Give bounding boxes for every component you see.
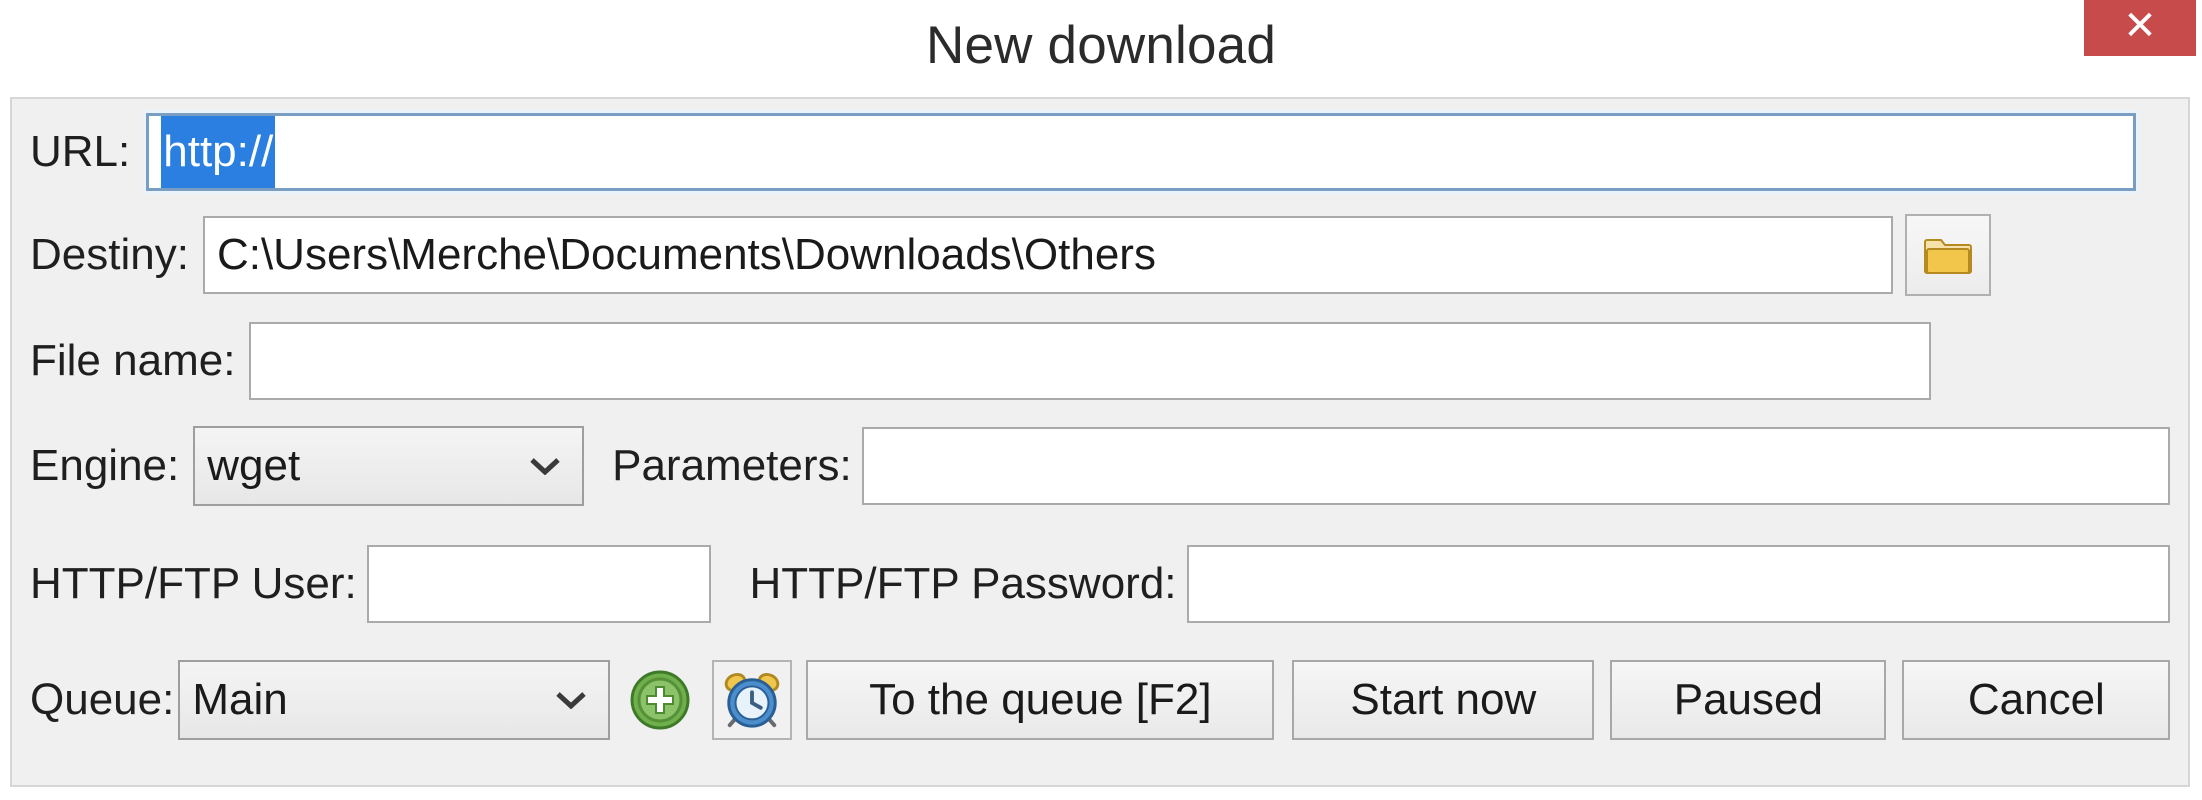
parameters-input[interactable] — [861, 427, 2170, 505]
url-label: URL: — [30, 127, 131, 176]
engine-select-value: wget — [207, 441, 301, 490]
browse-destiny-button[interactable] — [1904, 214, 1991, 296]
url-row: URL: http:// — [30, 109, 2170, 195]
page-title: New download — [925, 16, 1277, 75]
dialog-body: URL: http:// Destiny: C:\Users\Merche\Do… — [10, 97, 2190, 787]
close-icon: ✕ — [2123, 4, 2157, 48]
new-download-dialog: New download ✕ URL: http:// Destiny: C:\… — [0, 0, 2202, 800]
cancel-button[interactable]: Cancel — [1902, 660, 2171, 740]
engine-label: Engine: — [30, 441, 180, 490]
http-password-label: HTTP/FTP Password: — [749, 559, 1177, 608]
file-name-input[interactable] — [249, 322, 1932, 400]
destiny-label: Destiny: — [30, 230, 189, 279]
queue-label: Queue: — [30, 675, 175, 724]
http-password-input[interactable] — [1186, 545, 2170, 623]
queue-actions-row: Queue: Main To the queue [F2] Start now … — [30, 657, 2180, 743]
http-user-label: HTTP/FTP User: — [30, 559, 357, 608]
to-the-queue-button[interactable]: To the queue [F2] — [806, 660, 1275, 740]
destiny-input[interactable]: C:\Users\Merche\Documents\Downloads\Othe… — [202, 216, 1893, 294]
title-bar: New download ✕ — [0, 0, 2202, 92]
to-the-queue-button-label: To the queue [F2] — [869, 675, 1212, 724]
chevron-down-icon — [556, 692, 587, 709]
add-circle-icon — [630, 670, 690, 730]
file-name-label: File name: — [30, 336, 236, 385]
credentials-row: HTTP/FTP User: HTTP/FTP Password: — [30, 541, 2170, 627]
destiny-input-value: C:\Users\Merche\Documents\Downloads\Othe… — [216, 230, 1156, 279]
start-now-button-label: Start now — [1350, 675, 1537, 724]
add-queue-button[interactable] — [620, 660, 701, 740]
paused-button[interactable]: Paused — [1610, 660, 1887, 740]
start-now-button[interactable]: Start now — [1292, 660, 1595, 740]
cancel-button-label: Cancel — [1967, 675, 2105, 724]
http-user-input[interactable] — [366, 545, 712, 623]
engine-parameters-row: Engine: wget Parameters: — [30, 423, 2170, 509]
schedule-button[interactable] — [712, 660, 793, 740]
paused-button-label: Paused — [1673, 675, 1823, 724]
queue-select-value: Main — [192, 675, 288, 724]
parameters-label: Parameters: — [612, 441, 852, 490]
folder-icon — [1923, 239, 1972, 274]
close-button[interactable]: ✕ — [2084, 0, 2196, 56]
queue-select[interactable]: Main — [178, 660, 611, 740]
file-name-row: File name: — [30, 318, 2170, 404]
chevron-down-icon — [530, 458, 560, 475]
engine-select[interactable]: wget — [193, 426, 585, 506]
alarm-clock-icon — [725, 672, 780, 728]
url-input[interactable]: http:// — [146, 113, 2137, 191]
destiny-row: Destiny: C:\Users\Merche\Documents\Downl… — [30, 212, 2170, 298]
url-input-value: http:// — [161, 116, 276, 188]
